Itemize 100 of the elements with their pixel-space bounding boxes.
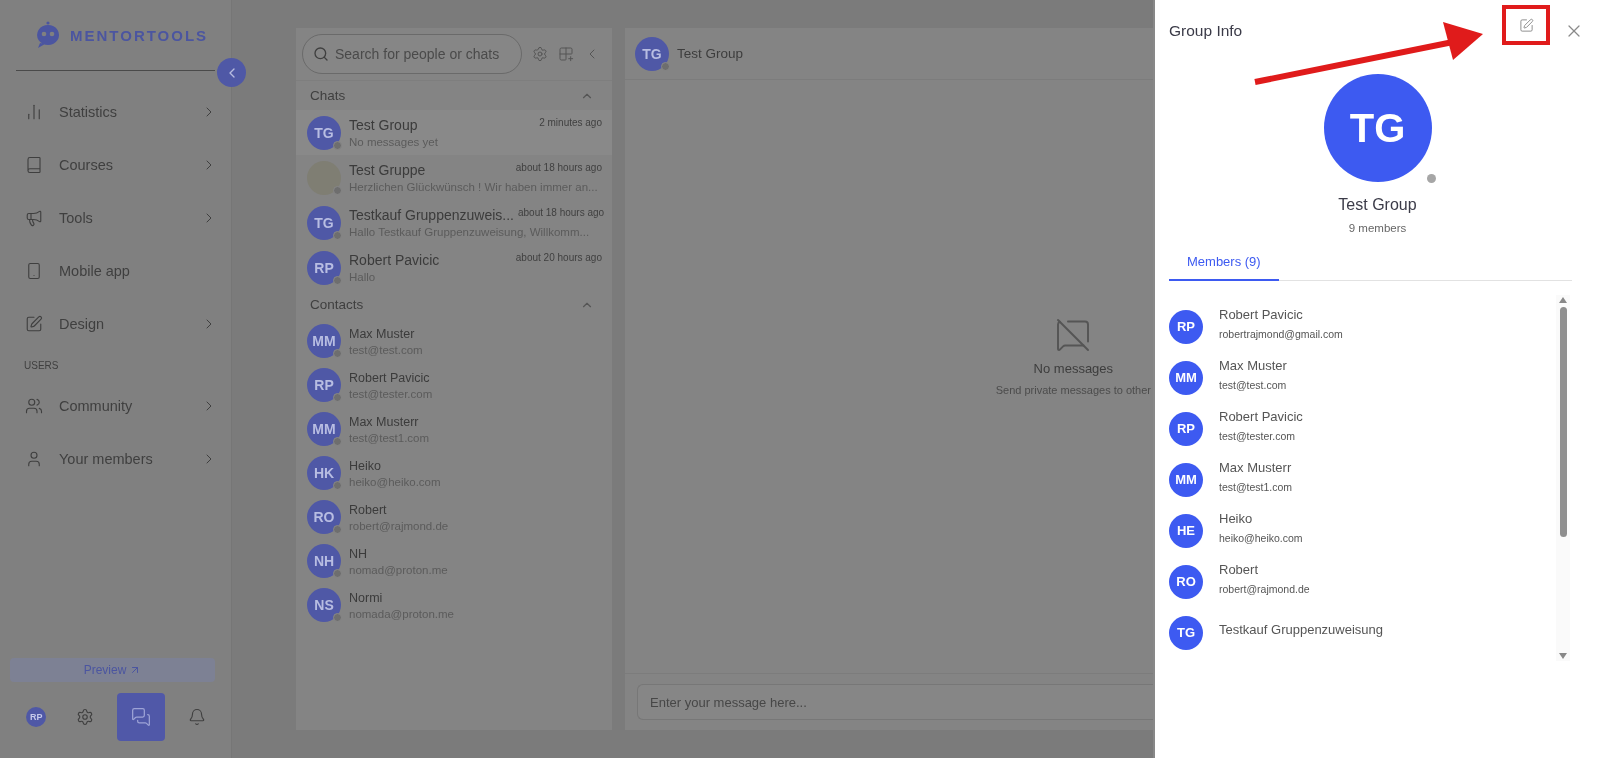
- avatar: RP: [1169, 411, 1203, 446]
- chat-name: Max Muster: [349, 326, 415, 341]
- chat-name: NH: [349, 546, 368, 561]
- chat-name: Robert: [349, 502, 387, 517]
- chat-time: about 20 hours ago: [515, 252, 602, 263]
- empty-title: No messages: [1033, 361, 1114, 376]
- nav-label: Courses: [59, 156, 114, 173]
- member-email: robertrajmond@gmail.com: [1219, 328, 1343, 340]
- nav-item[interactable]: Courses: [20, 138, 217, 191]
- avatar: RP: [307, 368, 341, 402]
- nav-item[interactable]: Design: [20, 297, 217, 350]
- search-icon: [313, 46, 329, 62]
- status-dot: [333, 393, 342, 402]
- megaphone-icon: [25, 208, 43, 227]
- member-name: Robert Pavicic: [1219, 409, 1303, 424]
- member-row[interactable]: MM Max Musterr test@test1.com: [1169, 454, 1556, 505]
- member-email: test@tester.com: [1219, 430, 1297, 442]
- member-email: robert@rajmond.de: [1219, 583, 1310, 595]
- nav-item[interactable]: Statistics: [20, 85, 217, 138]
- avatar: NS: [307, 588, 341, 622]
- section-title: Chats: [310, 88, 346, 103]
- chat-name: Normi: [349, 590, 383, 605]
- collapse-button[interactable]: [217, 58, 246, 87]
- chat-name: Testkauf Gruppenzuweis...: [349, 207, 514, 223]
- avatar: RO: [1169, 564, 1203, 599]
- avatar: TG: [307, 115, 341, 150]
- scrollbar[interactable]: [1556, 295, 1570, 661]
- nav-item[interactable]: Your members: [20, 432, 217, 485]
- status-dot: [333, 569, 342, 578]
- book-icon: [25, 155, 43, 174]
- member-row[interactable]: MM Max Muster test@test.com: [1169, 352, 1556, 403]
- status-dot: [333, 275, 342, 285]
- group-name: Test Group: [1338, 196, 1417, 214]
- phone-icon: [25, 261, 43, 280]
- tab[interactable]: Members (9): [1169, 254, 1279, 281]
- nav-label: Design: [59, 315, 106, 332]
- status-dot: [333, 525, 342, 534]
- member-row[interactable]: HE Heiko heiko@heiko.com: [1169, 505, 1556, 556]
- robot-logo-icon: [34, 21, 62, 49]
- avatar: MM: [307, 324, 341, 358]
- message-input[interactable]: Enter your message here...: [637, 684, 1153, 720]
- member-row[interactable]: RP Robert Pavicic test@tester.com: [1169, 403, 1556, 454]
- member-name: Testkauf Gruppenzuweisung: [1219, 622, 1384, 637]
- avatar: NH: [307, 544, 341, 578]
- avatar: RP: [26, 707, 47, 727]
- people-icon: [25, 396, 43, 415]
- chat-name: Test Group: [349, 117, 418, 133]
- person-icon: [25, 449, 43, 468]
- chat-name: Max Musterr: [349, 414, 419, 429]
- avatar: TG: [635, 36, 669, 71]
- avatar: HE: [1169, 513, 1203, 548]
- chat-button[interactable]: [116, 693, 165, 741]
- chat-time: 2 minutes ago: [539, 117, 602, 128]
- grid-plus-icon: [558, 46, 574, 62]
- status-dot: [333, 613, 342, 622]
- chat-name: Robert Pavicic: [349, 252, 440, 268]
- settings-icon: [76, 708, 95, 726]
- nav-label: Statistics: [59, 103, 118, 120]
- nav-item[interactable]: Tools: [20, 191, 217, 244]
- member-name: Robert Pavicic: [1219, 307, 1304, 322]
- member-name: Max Muster: [1219, 358, 1287, 373]
- nav-label: Mobile app: [59, 262, 131, 279]
- status-dot: [333, 349, 342, 358]
- status-dot: [333, 481, 342, 490]
- avatar: HK: [307, 456, 341, 490]
- status-dot: [333, 437, 342, 446]
- settings-button[interactable]: [532, 46, 548, 62]
- avatar: TG: [1169, 615, 1203, 650]
- chat-time: about 18 hours ago: [515, 162, 602, 173]
- bell-icon: [187, 708, 206, 726]
- section-title: Contacts: [310, 297, 364, 312]
- chat-name: Robert Pavicic: [349, 370, 430, 385]
- member-name: Heiko: [1219, 511, 1254, 526]
- gear-icon: [532, 46, 548, 62]
- chart-icon: [25, 102, 43, 121]
- avatar: MM: [307, 412, 341, 446]
- group-avatar: TG: [1323, 74, 1432, 182]
- avatar: MM: [1169, 462, 1203, 497]
- conversation-title: Test Group: [677, 46, 744, 61]
- chat-icon: [130, 707, 151, 727]
- avatar: TG: [307, 205, 341, 240]
- avatar: MM: [1169, 360, 1203, 395]
- member-row[interactable]: RO Robert robert@rajmond.de: [1169, 556, 1556, 607]
- status-dot: [333, 230, 342, 240]
- avatar: RP: [307, 250, 341, 285]
- status-dot: [661, 61, 670, 71]
- profile-button[interactable]: RP: [19, 700, 54, 734]
- section-label: USERS: [23, 359, 60, 373]
- avatar: RP: [1169, 309, 1203, 344]
- member-row[interactable]: TG Testkauf Gruppenzuweisung: [1169, 607, 1556, 658]
- nav-item[interactable]: Community: [20, 379, 217, 432]
- member-email: test@test1.com: [1219, 481, 1293, 493]
- edit-icon: [1518, 17, 1534, 33]
- nav-label: Your members: [59, 450, 154, 467]
- new-group-button[interactable]: [558, 46, 574, 62]
- status-dot: [333, 140, 342, 150]
- search-field[interactable]: Search for people or chats: [302, 34, 522, 74]
- member-row[interactable]: RP Robert Pavicic robertrajmond@gmail.com: [1169, 301, 1556, 352]
- nav-item[interactable]: Mobile app: [20, 244, 217, 297]
- member-name: Max Musterr: [1219, 460, 1293, 475]
